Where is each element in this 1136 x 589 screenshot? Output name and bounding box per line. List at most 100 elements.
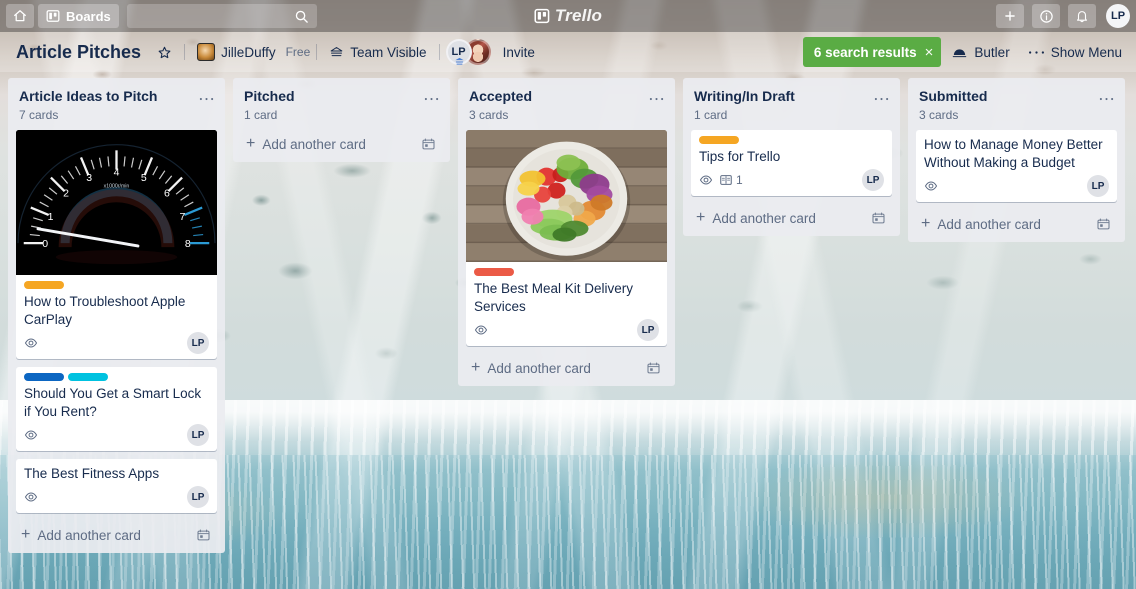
board-title[interactable]: Article Pitches (10, 42, 147, 63)
card-body: Tips for Trello 1 LP (691, 130, 892, 196)
list-column: Pitched 1 card + Add another card (233, 78, 450, 162)
card-member-avatar[interactable]: LP (637, 319, 659, 341)
plus-icon: + (471, 359, 481, 376)
list-card-count: 7 cards (19, 108, 59, 122)
list-cards: How to Manage Money Better Without Makin… (908, 124, 1125, 210)
orange-label[interactable] (24, 281, 64, 289)
card-member-avatar[interactable]: LP (187, 332, 209, 354)
plus-icon: + (921, 215, 931, 232)
board-card[interactable]: Should You Get a Smart Lock if You Rent?… (16, 367, 217, 451)
add-card-label: Add another card (262, 136, 366, 152)
card-template-icon[interactable] (871, 211, 886, 226)
add-another-card-button[interactable]: + Add another card (237, 130, 446, 158)
info-icon (1039, 9, 1054, 24)
card-template-icon[interactable] (421, 137, 436, 152)
card-body: How to Troubleshoot Apple CarPlay LP (16, 275, 217, 359)
list-actions-button[interactable] (870, 88, 892, 110)
card-badges: 1 LP (699, 168, 884, 192)
trello-logo[interactable]: Trello (534, 6, 602, 26)
trello-logo-icon (534, 8, 550, 24)
list-header-text: Pitched 1 card (244, 88, 420, 122)
ellipsis-icon (874, 97, 889, 101)
svg-text:5: 5 (141, 172, 147, 184)
list-header: Article Ideas to Pitch 7 cards (8, 78, 225, 124)
add-card-label: Add another card (487, 360, 591, 376)
card-template-icon[interactable] (646, 361, 661, 376)
list-title[interactable]: Submitted (919, 88, 1095, 105)
invite-button[interactable]: Invite (495, 37, 543, 67)
board-card[interactable]: 0 12 3 4 5 67 8 x1000r/min How to Troubleshoot… (16, 130, 217, 359)
card-member-avatar[interactable]: LP (1087, 175, 1109, 197)
global-search-box[interactable] (117, 4, 317, 28)
notifications-button[interactable] (1068, 4, 1096, 28)
user-avatar-initials: LP (1110, 10, 1126, 22)
board-card[interactable]: How to Manage Money Better Without Makin… (916, 130, 1117, 202)
bell-icon (1075, 9, 1089, 23)
list-title[interactable]: Writing/In Draft (694, 88, 870, 105)
info-button[interactable] (1032, 4, 1060, 28)
board-visibility-button[interactable]: Team Visible (321, 37, 434, 67)
card-title: Tips for Trello (699, 149, 781, 164)
clear-search-icon[interactable]: × (925, 45, 934, 60)
add-another-card-button[interactable]: + Add another card (462, 354, 671, 382)
card-badges: LP (24, 331, 209, 355)
sky-label[interactable] (68, 373, 108, 381)
card-badges: LP (24, 423, 209, 447)
search-input[interactable] (117, 8, 294, 24)
list-header: Accepted 3 cards (458, 78, 675, 124)
trello-logo-text: Trello (554, 6, 603, 25)
search-results-badge[interactable]: 6 search results × (802, 37, 942, 67)
board-card[interactable]: Tips for Trello 1 LP (691, 130, 892, 196)
list-title[interactable]: Article Ideas to Pitch (19, 88, 195, 105)
team-visible-icon (329, 45, 344, 60)
card-member-avatar[interactable]: LP (187, 486, 209, 508)
card-labels (24, 373, 209, 381)
svg-text:x1000r/min: x1000r/min (104, 183, 130, 189)
workspace-logo-icon (197, 43, 216, 61)
list-title[interactable]: Pitched (244, 88, 420, 105)
board-lists-container: Article Ideas to Pitch 7 cards 012345678… (0, 72, 1136, 589)
svg-text:7: 7 (180, 211, 186, 223)
add-another-card-button[interactable]: + Add another card (687, 204, 896, 232)
add-another-card-button[interactable]: + Add another card (12, 521, 221, 549)
butler-button[interactable]: Butler (943, 37, 1017, 67)
boards-button[interactable]: Boards (38, 4, 119, 28)
show-menu-button[interactable]: Show Menu (1020, 37, 1130, 67)
list-actions-button[interactable] (1095, 88, 1117, 110)
list-actions-button[interactable] (420, 88, 442, 110)
header-divider-2 (316, 44, 318, 60)
card-title: Should You Get a Smart Lock if You Rent? (24, 386, 202, 419)
blue-label[interactable] (24, 373, 64, 381)
add-another-card-button[interactable]: + Add another card (912, 210, 1121, 238)
watch-eye-icon (24, 428, 38, 442)
plan-label: Free (285, 45, 311, 59)
user-avatar[interactable]: LP (1106, 4, 1130, 28)
plus-icon: + (246, 135, 256, 152)
card-template-icon[interactable] (1096, 217, 1111, 232)
card-title: How to Manage Money Better Without Makin… (924, 137, 1103, 170)
board-card[interactable]: The Best Meal Kit Delivery Services LP (466, 130, 667, 346)
add-card-label: Add another card (37, 527, 141, 543)
search-icon (294, 9, 309, 24)
orange-label[interactable] (699, 136, 739, 144)
svg-text:6: 6 (164, 188, 170, 200)
list-actions-button[interactable] (195, 88, 217, 110)
board-card[interactable]: The Best Fitness Apps LP (16, 459, 217, 513)
home-button[interactable] (6, 4, 34, 28)
add-button[interactable] (996, 4, 1024, 28)
red-label[interactable] (474, 268, 514, 276)
card-member-avatar[interactable]: LP (862, 169, 884, 191)
list-header-text: Writing/In Draft 1 card (694, 88, 870, 122)
header-divider (184, 44, 186, 60)
list-title[interactable]: Accepted (469, 88, 645, 105)
card-member-avatar[interactable]: LP (187, 424, 209, 446)
workspace-button[interactable]: JilleDuffy (189, 37, 284, 67)
list-actions-button[interactable] (645, 88, 667, 110)
card-template-icon[interactable] (196, 528, 211, 543)
list-column: Accepted 3 cards The Best Meal Kit Deliv… (458, 78, 675, 386)
list-column: Article Ideas to Pitch 7 cards 0 12 3 4 5 67 8… (8, 78, 225, 553)
star-board-button[interactable] (149, 37, 180, 67)
card-badges: LP (474, 318, 659, 342)
svg-text:8: 8 (185, 238, 191, 250)
svg-text:3: 3 (86, 172, 92, 184)
